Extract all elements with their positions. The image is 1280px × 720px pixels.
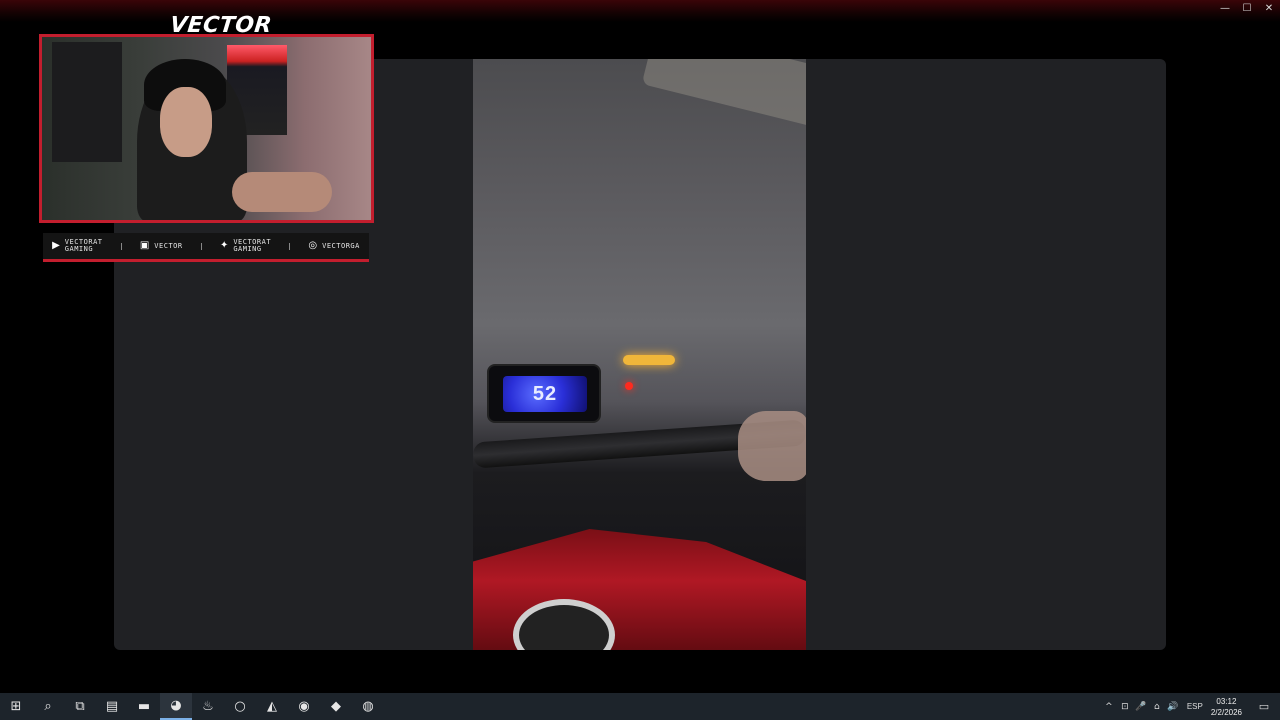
twitch-icon: ▣ [139,240,150,251]
road-curb [641,59,806,133]
motorcycle-dashboard: 52 [487,364,601,423]
file-explorer-icon[interactable]: ▬ [128,693,160,720]
social-youtube: ▶ VECTORAT GAMING [52,239,102,253]
clock-time: 03:12 [1216,696,1237,706]
clock[interactable]: 03:12 2/2/2026 [1211,696,1242,718]
discord-icon[interactable]: ◕ [160,693,192,720]
social-twitch-label: VECTOR [154,241,183,250]
social-twitter-label: VECTORAT GAMING [233,238,272,253]
system-tray: ^ ⊡ 🎤 ⌂ 🔊 ESP 03:12 2/2/2026 ▭ [1101,693,1280,720]
window-controls: — ☐ ✕ [1214,0,1280,16]
instagram-icon: ◎ [308,240,318,251]
separator [200,242,202,250]
obs-icon[interactable]: ◍ [352,693,384,720]
close-button[interactable]: ✕ [1258,0,1280,16]
spotify-icon[interactable]: ◉ [288,693,320,720]
windows-start-icon[interactable]: ⊞ [0,693,32,720]
unity-icon[interactable]: ◭ [256,693,288,720]
youtube-icon: ▶ [52,240,60,251]
social-youtube-label: VECTORAT GAMING [64,238,103,253]
separator [289,242,291,250]
tray-app-icon[interactable]: ⊡ [1117,702,1133,712]
volume-icon[interactable]: 🔊 [1165,702,1181,712]
social-instagram: ◎ VECTORGA [308,241,359,251]
indicator-light [625,382,633,390]
dashboard-screen: 52 [503,376,587,412]
social-instagram-label: VECTORGA [322,241,360,250]
taskbar: ⊞ ⌕ ⧉ ▤ ▬ ◕ ♨ ○ ◭ ◉ ◆ ◍ ^ ⊡ 🎤 ⌂ 🔊 ESP 03… [0,693,1280,720]
minimize-button[interactable]: — [1214,0,1236,16]
rider-hand [738,411,806,481]
webcam-overlay [39,34,374,223]
social-twitter: ✦ VECTORAT GAMING [220,239,271,253]
twitter-icon: ✦ [219,240,229,251]
steam-icon[interactable]: ♨ [192,693,224,720]
search-icon[interactable]: ⌕ [32,693,64,720]
webcam-shelf [52,42,122,162]
desktop-app-icon[interactable]: ▤ [96,693,128,720]
webcam-streamer-face [160,87,212,157]
speed-readout: 52 [532,382,558,405]
opera-icon[interactable]: ○ [224,693,256,720]
network-icon[interactable]: ⌂ [1149,702,1165,712]
maximize-button[interactable]: ☐ [1236,0,1258,16]
webcam-streamer-arm [232,172,332,212]
language-indicator[interactable]: ESP [1187,702,1203,711]
notification-icon[interactable]: ▭ [1254,700,1274,713]
turn-signal-light [623,355,675,365]
task-view-icon[interactable]: ⧉ [64,693,96,720]
video-frame[interactable]: 52 [473,59,806,650]
clock-date: 2/2/2026 [1210,707,1242,717]
tray-chevron-icon[interactable]: ^ [1101,702,1117,712]
separator [120,242,122,250]
microphone-icon[interactable]: 🎤 [1133,702,1149,712]
brave-icon[interactable]: ◆ [320,693,352,720]
social-twitch: ▣ VECTOR [140,241,183,251]
social-links-bar: ▶ VECTORAT GAMING ▣ VECTOR ✦ VECTORAT GA… [43,233,369,262]
